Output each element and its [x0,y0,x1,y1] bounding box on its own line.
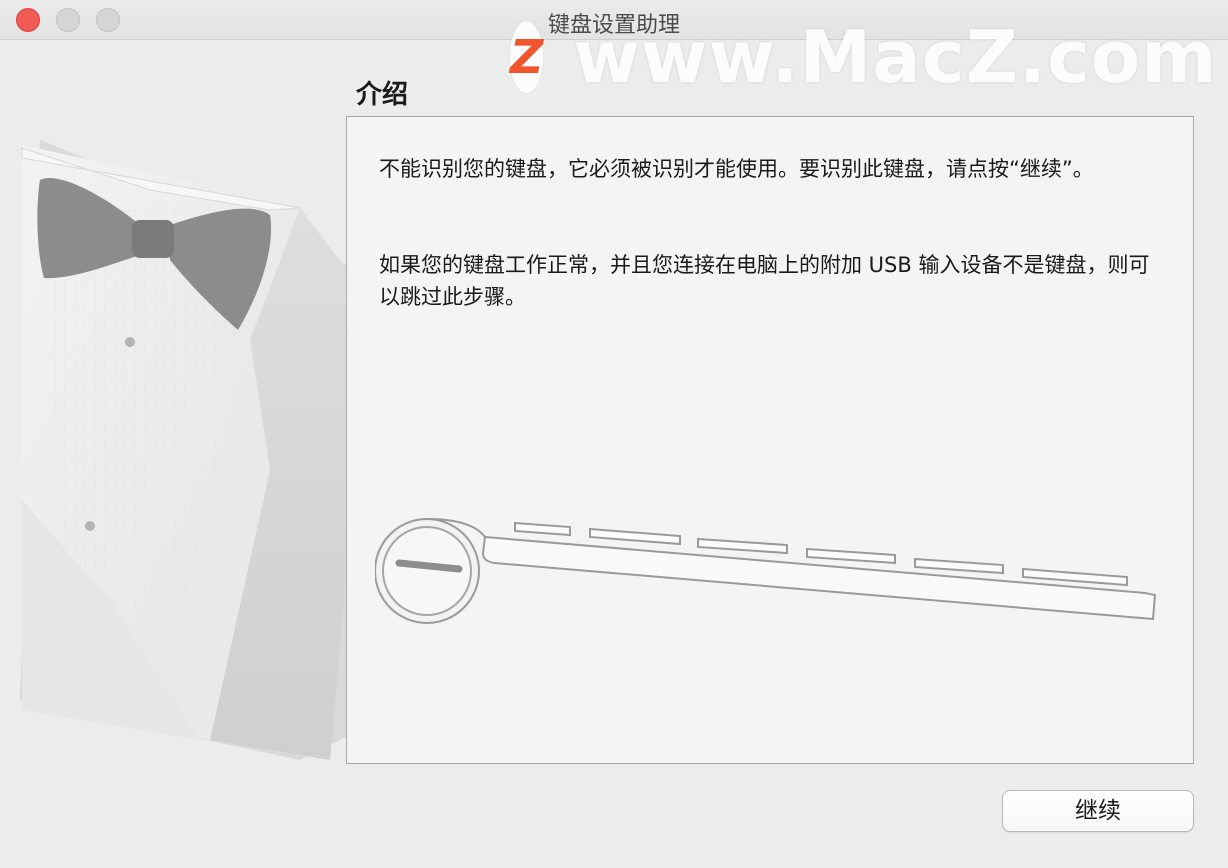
setup-assistant-window: 键盘设置助理 Z www.MacZ.com 介绍 不能识别您的键盘，它必须被识别… [0,0,1228,868]
continue-button[interactable]: 继续 [1002,790,1194,832]
watermark-logo-icon: Z [510,21,544,93]
watermark: Z www.MacZ.com [510,15,1216,99]
info-paragraph-2: 如果您的键盘工作正常，并且您连接在电脑上的附加 USB 输入设备不是键盘，则可以… [379,253,1150,309]
section-title: 介绍 [356,80,409,110]
content-panel: 不能识别您的键盘，它必须被识别才能使用。要识别此键盘，请点按“继续”。 如果您的… [346,116,1194,764]
watermark-text: www.MacZ.com [573,15,1218,99]
info-paragraph-1: 不能识别您的键盘，它必须被识别才能使用。要识别此键盘，请点按“继续”。 [379,157,1094,181]
keyboard-icon [375,518,1157,624]
watermark-logo-letter: Z [510,30,544,84]
